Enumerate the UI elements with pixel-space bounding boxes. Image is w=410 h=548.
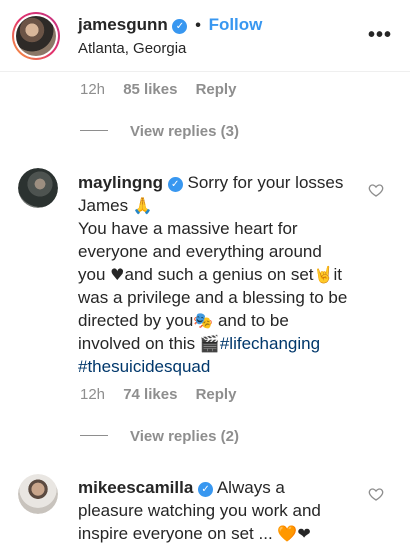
- avatar-maylingng[interactable]: [18, 168, 58, 208]
- comment-username[interactable]: maylingng: [78, 173, 163, 192]
- comment-maylingng: maylingng ✓ Sorry for your losses James …: [78, 171, 350, 378]
- hearts-emoji-icon: 🧡❤: [277, 524, 311, 543]
- hashtag-lifechanging[interactable]: #lifechanging: [220, 334, 320, 353]
- profile-avatar-jamesgunn[interactable]: [12, 12, 60, 60]
- header-user-line: jamesgunn ✓ • Follow: [78, 15, 262, 35]
- heart-emoji-icon: ♥: [110, 265, 125, 284]
- comment-meta: 12h 85 likes Reply: [80, 81, 236, 98]
- separator-dot: •: [195, 17, 201, 34]
- comment-likes[interactable]: 74 likes: [123, 386, 177, 403]
- horns-emoji-icon: 🤘: [313, 265, 334, 284]
- view-replies-label: View replies (2): [130, 428, 239, 445]
- hashtag-thesuicidesquad[interactable]: #thesuicidesquad: [78, 357, 210, 376]
- comment-likes[interactable]: 85 likes: [123, 81, 177, 98]
- post-header: jamesgunn ✓ • Follow Atlanta, Georgia ••…: [0, 0, 410, 72]
- pray-emoji-icon: 🙏: [132, 196, 153, 215]
- verified-badge-icon: ✓: [172, 19, 188, 34]
- comment-text-3: and such a genius on set: [124, 265, 314, 284]
- comment-mikeescamilla: mikeescamilla ✓ Always a pleasure watchi…: [78, 476, 350, 545]
- avatar-image: [16, 16, 56, 56]
- header-username[interactable]: jamesgunn: [78, 15, 168, 34]
- follow-button[interactable]: Follow: [209, 15, 263, 34]
- view-replies-button[interactable]: View replies (3): [80, 123, 239, 140]
- location-link[interactable]: Atlanta, Georgia: [78, 40, 186, 57]
- comment-meta: 12h 74 likes Reply: [80, 386, 236, 403]
- more-options-icon[interactable]: •••: [368, 24, 392, 47]
- clapper-emoji-icon: 🎬: [199, 334, 220, 353]
- verified-badge-icon: ✓: [198, 482, 214, 497]
- avatar-mikeescamilla[interactable]: [18, 474, 58, 514]
- reply-button[interactable]: Reply: [196, 386, 237, 403]
- mask-emoji-icon: 🎭: [193, 311, 214, 330]
- view-replies-label: View replies (3): [130, 123, 239, 140]
- comment-time[interactable]: 12h: [80, 81, 105, 98]
- heart-outline-icon[interactable]: [368, 486, 384, 502]
- comment-time[interactable]: 12h: [80, 386, 105, 403]
- view-replies-button[interactable]: View replies (2): [80, 428, 239, 445]
- reply-button[interactable]: Reply: [196, 81, 237, 98]
- replies-divider: [80, 130, 108, 131]
- verified-badge-icon: ✓: [167, 177, 183, 192]
- replies-divider: [80, 435, 108, 436]
- comment-username[interactable]: mikeescamilla: [78, 478, 193, 497]
- heart-outline-icon[interactable]: [368, 182, 384, 198]
